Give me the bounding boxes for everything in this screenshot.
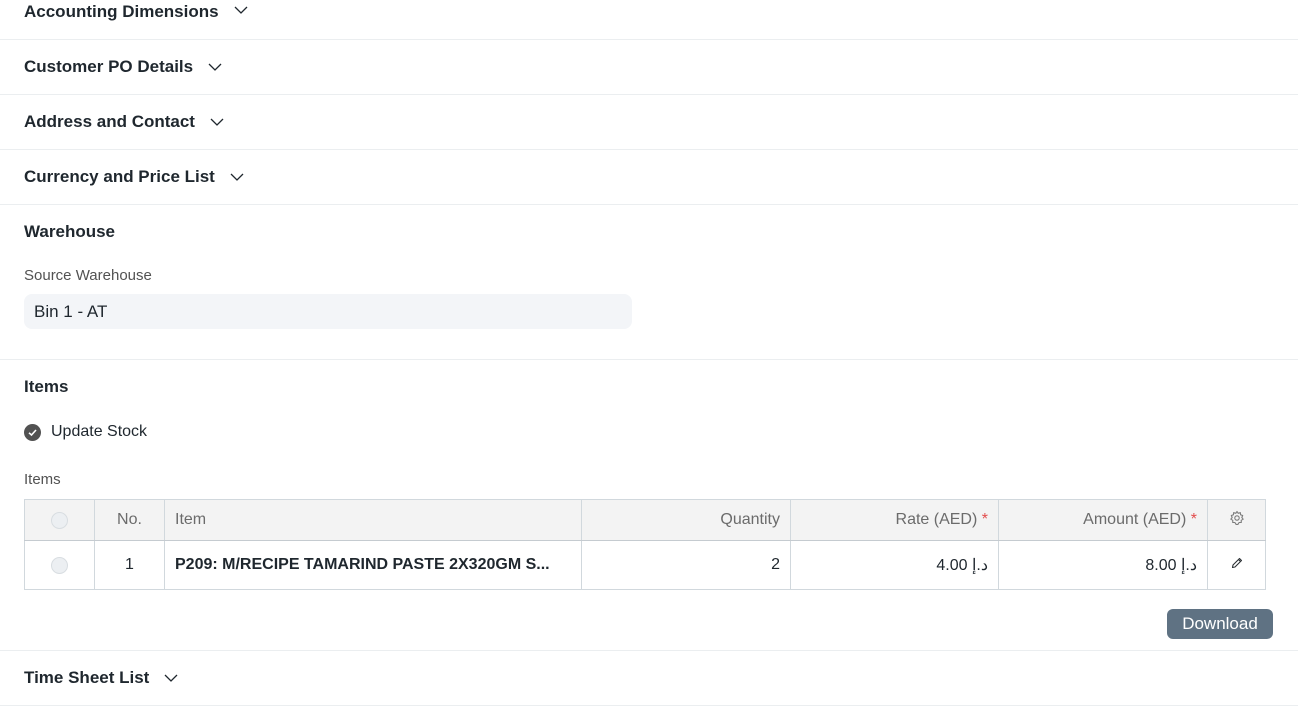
chevron-down-icon[interactable] (207, 59, 223, 75)
column-header-quantity: Quantity (581, 499, 791, 541)
chevron-down-icon[interactable] (163, 670, 179, 686)
row-quantity[interactable]: 2 (581, 540, 791, 590)
update-stock-checkbox[interactable]: Update Stock (24, 423, 1274, 441)
amount-header-label: Amount (AED) (1083, 511, 1187, 528)
section-title: Items (24, 377, 69, 396)
row-rate[interactable]: 4.00 د.إ (790, 540, 999, 590)
section-title: Address and Contact (24, 112, 195, 131)
section-accounting-dimensions[interactable]: Accounting Dimensions (0, 0, 1298, 40)
table-header-row: No. Item Quantity Rate (AED) * Amount (A… (24, 499, 1266, 541)
section-title: Currency and Price List (24, 167, 215, 186)
section-warehouse: Warehouse Source Warehouse Bin 1 - AT (0, 205, 1298, 360)
update-stock-label: Update Stock (51, 423, 148, 440)
column-header-no: No. (94, 499, 165, 541)
section-title: Customer PO Details (24, 57, 194, 76)
items-table: No. Item Quantity Rate (AED) * Amount (A… (24, 499, 1266, 590)
items-table-label: Items (24, 471, 61, 488)
section-items: Items Update Stock Items No. Item Quanti… (0, 360, 1298, 651)
row-select-cell[interactable] (24, 540, 95, 590)
gear-icon[interactable] (1229, 510, 1245, 530)
download-button[interactable]: Download (1167, 609, 1273, 639)
section-title: Time Sheet List (24, 668, 150, 687)
check-icon[interactable] (24, 423, 41, 441)
row-item[interactable]: P209: M/RECIPE TAMARIND PASTE 2X320GM S.… (164, 540, 582, 590)
pencil-icon[interactable] (1230, 557, 1244, 574)
row-amount: 8.00 د.إ (998, 540, 1208, 590)
chevron-down-icon[interactable] (229, 169, 245, 185)
chevron-down-icon[interactable] (209, 114, 225, 130)
column-header-item: Item (164, 499, 582, 541)
row-no: 1 (94, 540, 165, 590)
source-warehouse-value: Bin 1 - AT (34, 301, 108, 321)
rate-header-label: Rate (AED) (895, 511, 978, 528)
section-title: Warehouse (24, 222, 116, 241)
section-title: Accounting Dimensions (24, 2, 219, 21)
column-header-rate: Rate (AED) * (790, 499, 999, 541)
source-warehouse-label: Source Warehouse (24, 267, 152, 284)
column-header-amount: Amount (AED) * (998, 499, 1208, 541)
select-all-checkbox[interactable] (51, 511, 68, 529)
required-marker: * (1190, 511, 1197, 528)
section-address-and-contact[interactable]: Address and Contact (0, 95, 1298, 150)
source-warehouse-field[interactable]: Bin 1 - AT (24, 294, 632, 329)
section-customer-po-details[interactable]: Customer PO Details (0, 40, 1298, 95)
chevron-down-icon[interactable] (233, 2, 249, 18)
row-edit-cell[interactable] (1208, 541, 1266, 590)
required-marker: * (981, 511, 988, 528)
row-checkbox[interactable] (51, 556, 68, 574)
section-time-sheet-list[interactable]: Time Sheet List (0, 651, 1298, 706)
select-all-cell[interactable] (24, 499, 95, 541)
form-body: Accounting Dimensions Customer PO Detail… (0, 0, 1298, 706)
table-row[interactable]: 1 P209: M/RECIPE TAMARIND PASTE 2X320GM … (24, 540, 1266, 590)
section-currency-and-price-list[interactable]: Currency and Price List (0, 150, 1298, 205)
settings-cell[interactable] (1207, 499, 1266, 541)
